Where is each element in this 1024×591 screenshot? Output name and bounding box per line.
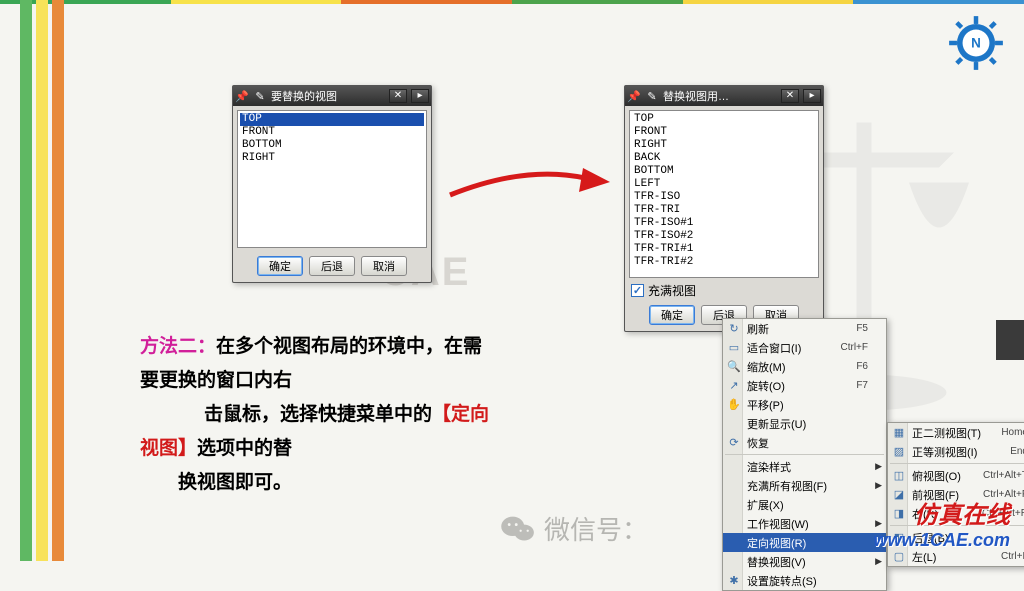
svg-text:N: N [971, 35, 981, 50]
menu-icon: ▨ [888, 445, 910, 458]
list-item[interactable]: TOP [632, 113, 816, 126]
menu-icon: ▭ [723, 341, 745, 354]
list-item[interactable]: TFR-ISO [632, 191, 816, 204]
brand-en: www.1CAE.com [874, 530, 1010, 551]
pin-icon: 📌 [235, 89, 249, 103]
menu-item[interactable]: ▨ 正等测视图(I) End [888, 442, 1024, 461]
dialog1-close-icon[interactable]: ✕ [389, 89, 407, 103]
menu-icon: ▦ [888, 426, 910, 439]
list-item[interactable]: TFR-TRI#2 [632, 256, 816, 269]
dialog2-listbox[interactable]: TOPFRONTRIGHTBACKBOTTOMLEFTTFR-ISOTFR-TR… [629, 110, 819, 278]
dialog1-back-button[interactable]: 后退 [309, 256, 355, 276]
list-item[interactable]: TFR-ISO#1 [632, 217, 816, 230]
dialog2-pin-icon[interactable]: ▸ [803, 89, 821, 103]
dialog2-close-icon[interactable]: ✕ [781, 89, 799, 103]
menu-item[interactable]: 🔍 缩放(M) F6 [723, 357, 886, 376]
list-item[interactable]: TFR-ISO#2 [632, 230, 816, 243]
list-item[interactable]: BOTTOM [240, 139, 424, 152]
list-item[interactable]: TFR-TRI [632, 204, 816, 217]
menu-item[interactable]: 充满所有视图(F) ▶ [723, 476, 886, 495]
instruction-text: 方法二：在多个视图布局的环境中，在需 要更换的窗口内右 击鼠标，选择快捷菜单中的… [140, 330, 700, 500]
top-color-bar [0, 0, 1024, 4]
dialog1-cancel-button[interactable]: 取消 [361, 256, 407, 276]
wechat-label: 微信号： [544, 510, 648, 547]
menu-icon: ⟳ [723, 436, 745, 449]
menu-icon: ✱ [723, 574, 745, 587]
method-two-label: 方法二： [140, 336, 216, 357]
menu-icon: ✋ [723, 398, 745, 411]
menu-item[interactable]: 替换视图(V) ▶ [723, 552, 886, 571]
dialog1-titlebar[interactable]: 📌 ✎ 要替换的视图 ✕ ▸ [233, 86, 431, 106]
replace-source-dialog: 📌 ✎ 要替换的视图 ✕ ▸ TOPFRONTBOTTOMRIGHT 确定 后退… [232, 85, 432, 283]
pencil-icon: ✎ [253, 89, 267, 103]
brand-zh: 仿真在线 [874, 495, 1010, 530]
list-item[interactable]: RIGHT [240, 152, 424, 165]
list-item[interactable]: BACK [632, 152, 816, 165]
list-item[interactable]: BOTTOM [632, 165, 816, 178]
dialog1-pin-icon[interactable]: ▸ [411, 89, 429, 103]
dialog1-ok-button[interactable]: 确定 [257, 256, 303, 276]
fill-view-label: 充满视图 [648, 282, 696, 299]
dialog2-ok-button[interactable]: 确定 [649, 305, 695, 325]
gear-logo-icon: N [948, 15, 1004, 71]
pin-icon: 📌 [627, 89, 641, 103]
dialog1-buttons: 确定 后退 取消 [233, 252, 431, 282]
list-item[interactable]: FRONT [240, 126, 424, 139]
menu-item[interactable]: 渲染样式 ▶ [723, 457, 886, 476]
list-item[interactable]: FRONT [632, 126, 816, 139]
left-stripes [20, 0, 64, 561]
menu-item[interactable]: ▦ 正二测视图(T) Home [888, 423, 1024, 442]
dialog2-title: 替换视图用… [663, 88, 777, 104]
menu-item[interactable]: 扩展(X) [723, 495, 886, 514]
menu-item[interactable]: ↗ 旋转(O) F7 [723, 376, 886, 395]
red-arrow-icon [445, 160, 615, 210]
menu-item[interactable]: ✋ 平移(P) [723, 395, 886, 414]
context-menu[interactable]: ↻ 刷新 F5 ▭ 适合窗口(I) Ctrl+F 🔍 缩放(M) F6 ↗ 旋转… [722, 318, 887, 591]
menu-icon: 🔍 [723, 360, 745, 373]
dialog2-titlebar[interactable]: 📌 ✎ 替换视图用… ✕ ▸ [625, 86, 823, 106]
brand-footer: 仿真在线 www.1CAE.com [874, 495, 1010, 551]
fill-view-checkbox-row[interactable]: ✓ 充满视图 [631, 282, 817, 299]
list-item[interactable]: RIGHT [632, 139, 816, 152]
menu-item[interactable]: 工作视图(W) ▶ [723, 514, 886, 533]
menu-item[interactable]: ⟳ 恢复 [723, 433, 886, 452]
list-item[interactable]: TFR-TRI#1 [632, 243, 816, 256]
checkbox-icon[interactable]: ✓ [631, 284, 644, 297]
menu-icon: ◫ [888, 469, 910, 482]
menu-item[interactable]: ✱ 设置旋转点(S) [723, 571, 886, 590]
menu-item[interactable]: 更新显示(U) [723, 414, 886, 433]
menu-icon: ▢ [888, 550, 910, 563]
menu-item[interactable]: ◫ 俯视图(O) Ctrl+Alt+T [888, 466, 1024, 485]
menu-icon: ↻ [723, 322, 745, 335]
list-item[interactable]: TOP [240, 113, 424, 126]
menu-item[interactable]: 定向视图(R) ▶ [723, 533, 886, 552]
dark-panel-edge [996, 320, 1024, 360]
wechat-footer: 微信号： [500, 510, 648, 547]
menu-icon: ↗ [723, 379, 745, 392]
wechat-icon [500, 514, 536, 544]
list-item[interactable]: LEFT [632, 178, 816, 191]
pencil-icon: ✎ [645, 89, 659, 103]
dialog1-title: 要替换的视图 [271, 88, 385, 104]
menu-item[interactable]: ▭ 适合窗口(I) Ctrl+F [723, 338, 886, 357]
replace-target-dialog: 📌 ✎ 替换视图用… ✕ ▸ TOPFRONTRIGHTBACKBOTTOMLE… [624, 85, 824, 332]
menu-item[interactable]: ↻ 刷新 F5 [723, 319, 886, 338]
dialog1-listbox[interactable]: TOPFRONTBOTTOMRIGHT [237, 110, 427, 248]
